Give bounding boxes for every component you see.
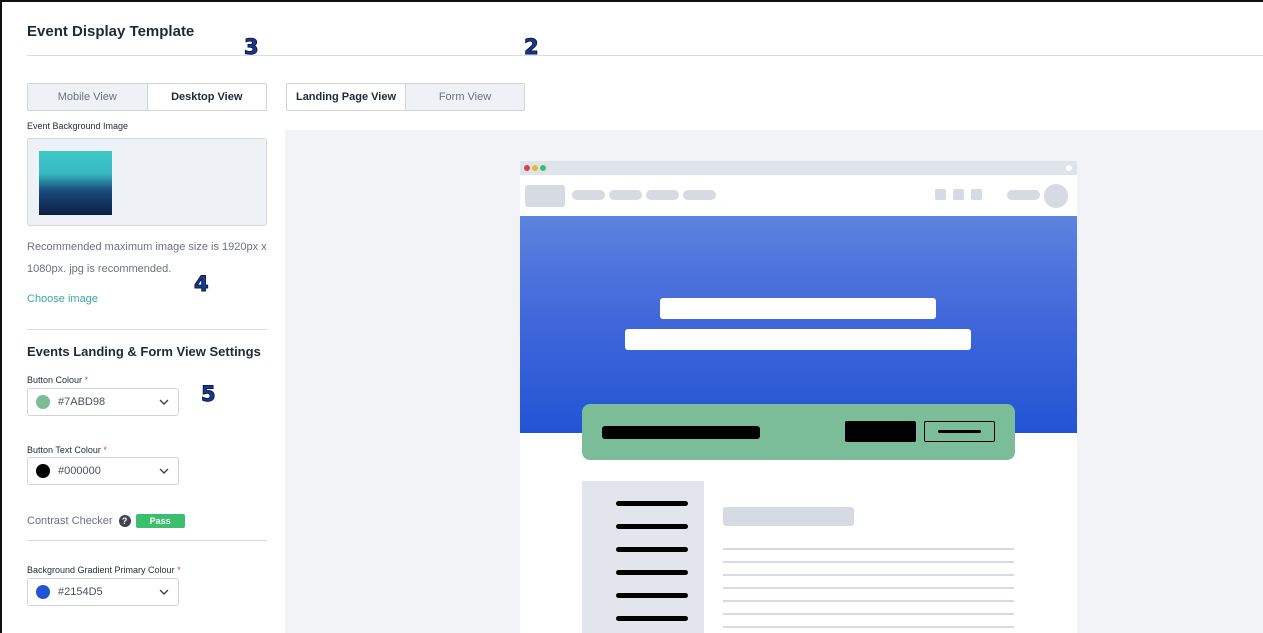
nav-link-placeholder — [683, 190, 716, 200]
chevron-down-icon — [150, 468, 178, 474]
required-mark: * — [177, 565, 181, 575]
sidebar-line-placeholder — [616, 524, 688, 529]
settings-section-title: Events Landing & Form View Settings — [27, 344, 261, 359]
content-line-placeholder — [723, 626, 1014, 628]
callout-5: 5 — [201, 382, 217, 406]
button-text-colour-value: #000000 — [58, 465, 101, 477]
page-title: Event Display Template — [27, 23, 195, 40]
required-mark: * — [103, 445, 107, 455]
section-divider — [27, 329, 267, 330]
sidebar-line-placeholder — [616, 616, 688, 621]
desktop-preview-browser — [520, 161, 1077, 633]
gradient-primary-colour-select[interactable]: #2154D5 — [27, 578, 179, 606]
hero-subtitle-placeholder — [625, 329, 971, 350]
gradient-primary-colour-label: Background Gradient Primary Colour * — [27, 565, 181, 575]
image-size-help-text: Recommended maximum image size is 1920px… — [27, 241, 267, 275]
button-text-colour-label: Button Text Colour * — [27, 445, 107, 455]
event-cta-card — [582, 404, 1015, 460]
cta-primary-button — [845, 421, 916, 442]
hero-title-placeholder — [660, 298, 936, 319]
section-divider — [27, 540, 267, 541]
content-line-placeholder — [723, 574, 1014, 576]
browser-indicator-icon — [1066, 165, 1072, 171]
content-heading-placeholder — [723, 507, 854, 526]
nav-icon-placeholder — [953, 189, 964, 200]
desktop-view-button[interactable]: Desktop View — [147, 84, 266, 110]
button-text-colour-select[interactable]: #000000 — [27, 457, 179, 485]
content-line-placeholder — [723, 587, 1014, 589]
required-mark: * — [84, 375, 89, 385]
button-colour-swatch — [36, 395, 50, 409]
hero-banner — [520, 216, 1077, 433]
nav-icon-placeholder — [935, 189, 946, 200]
browser-title-bar — [520, 161, 1077, 175]
contrast-checker-label: Contrast Checker — [27, 515, 113, 527]
cta-secondary-button — [924, 421, 995, 442]
landing-page-view-button[interactable]: Landing Page View — [287, 84, 406, 110]
sidebar-line-placeholder — [616, 501, 688, 506]
content-line-placeholder — [723, 548, 1014, 550]
button-colour-label: Button Colour * — [27, 375, 89, 385]
nav-icon-placeholder — [971, 189, 982, 200]
sidebar-placeholder-card — [582, 481, 704, 633]
choose-image-link[interactable]: Choose image — [27, 293, 98, 305]
nav-button-placeholder — [1007, 190, 1040, 200]
callout-2: 2 — [524, 35, 540, 59]
button-text-colour-swatch — [36, 464, 50, 478]
contrast-status-badge: Pass — [135, 514, 185, 528]
button-colour-select[interactable]: #7ABD98 — [27, 388, 179, 416]
background-image-label: Event Background Image — [27, 121, 129, 131]
help-circle-icon[interactable]: ? — [118, 515, 131, 527]
gradient-primary-colour-swatch — [36, 585, 50, 599]
contrast-checker: Contrast Checker ? Pass — [27, 514, 185, 528]
device-view-toggle: Mobile View Desktop View — [27, 83, 267, 111]
sidebar-line-placeholder — [616, 593, 688, 598]
minimize-dot-icon — [532, 165, 538, 171]
form-view-button[interactable]: Form View — [406, 84, 524, 110]
preview-view-toggle: Landing Page View Form View — [286, 83, 525, 111]
avatar — [1044, 184, 1068, 208]
mobile-view-button[interactable]: Mobile View — [28, 84, 148, 110]
callout-3: 3 — [244, 35, 260, 59]
nav-link-placeholder — [646, 190, 679, 200]
cta-text-placeholder — [602, 426, 760, 439]
close-dot-icon — [524, 165, 530, 171]
gradient-primary-colour-value: #2154D5 — [58, 586, 103, 598]
content-line-placeholder — [723, 613, 1014, 615]
nav-link-placeholder — [572, 190, 605, 200]
button-colour-value: #7ABD98 — [58, 396, 106, 408]
chevron-down-icon — [150, 589, 178, 595]
sidebar-line-placeholder — [616, 547, 688, 552]
nav-logo-placeholder — [525, 185, 565, 207]
sidebar-line-placeholder — [616, 570, 688, 575]
title-divider — [27, 55, 1263, 56]
background-image-dropzone[interactable] — [27, 138, 267, 226]
content-line-placeholder — [723, 600, 1014, 602]
maximize-dot-icon — [540, 165, 546, 171]
chevron-down-icon — [150, 399, 178, 405]
nav-link-placeholder — [609, 190, 642, 200]
content-line-placeholder — [723, 561, 1014, 563]
background-image-thumbnail — [39, 151, 112, 215]
